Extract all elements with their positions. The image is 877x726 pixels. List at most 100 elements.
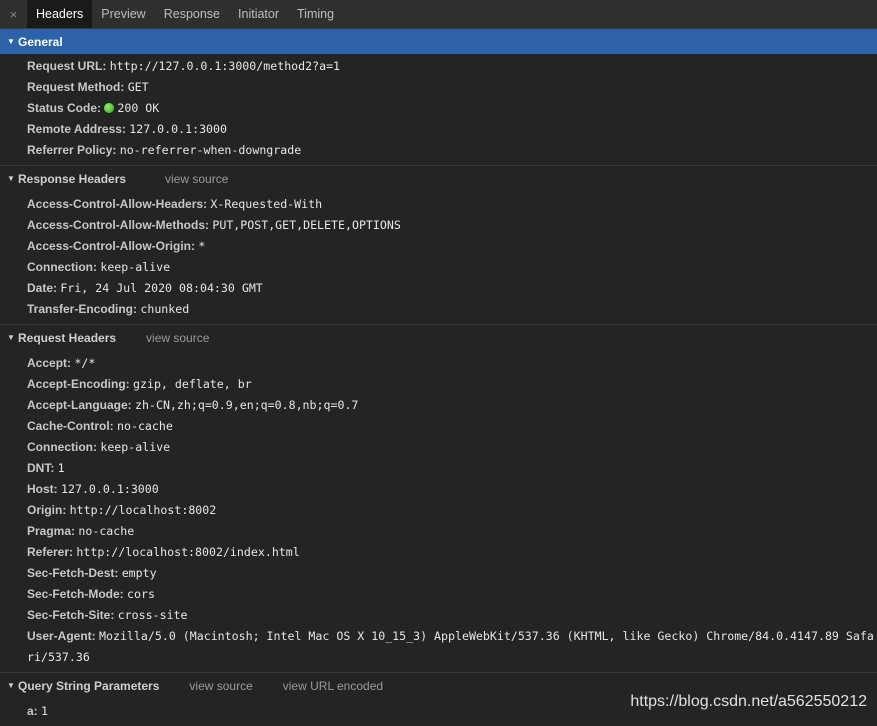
response-headers-rows: Access-Control-Allow-Headers: X-Requeste… (0, 191, 877, 325)
header-row: DNT: 1 (0, 458, 877, 479)
header-key: Connection: (27, 260, 97, 274)
header-key: Host: (27, 482, 58, 496)
general-section: ▼ General Request URL: http://127.0.0.1:… (0, 29, 877, 166)
header-value: Mozilla/5.0 (Macintosh; Intel Mac OS X 1… (27, 629, 874, 664)
header-row: Remote Address: 127.0.0.1:3000 (0, 119, 877, 140)
header-row: User-Agent: Mozilla/5.0 (Macintosh; Inte… (0, 626, 877, 668)
header-key: Request Method: (27, 80, 125, 94)
header-value: 1 (57, 461, 65, 475)
header-row: Sec-Fetch-Mode: cors (0, 584, 877, 605)
header-key: Sec-Fetch-Mode: (27, 587, 124, 601)
header-row: Accept-Encoding: gzip, deflate, br (0, 374, 877, 395)
header-key: Origin: (27, 503, 67, 517)
triangle-down-icon: ▼ (7, 174, 15, 183)
section-title: General (18, 34, 63, 49)
header-value: gzip, deflate, br (133, 377, 252, 391)
header-key: Access-Control-Allow-Origin: (27, 239, 196, 253)
header-row: Pragma: no-cache (0, 521, 877, 542)
header-value: X-Requested-With (210, 197, 323, 211)
header-row: Sec-Fetch-Dest: empty (0, 563, 877, 584)
section-title: Query String Parameters (18, 678, 160, 693)
general-section-header[interactable]: ▼ General (0, 29, 877, 54)
view-url-encoded-link[interactable]: view URL encoded (283, 679, 383, 693)
param-key: a: (27, 704, 38, 718)
header-row: Access-Control-Allow-Origin: * (0, 236, 877, 257)
response-headers-section-header[interactable]: ▼ Response Headers view source (0, 166, 877, 191)
header-row: Access-Control-Allow-Headers: X-Requeste… (0, 194, 877, 215)
header-key: Referrer Policy: (27, 143, 117, 157)
header-value: no-cache (78, 524, 135, 538)
header-key: Pragma: (27, 524, 76, 538)
header-value: cross-site (117, 608, 188, 622)
header-row: Request Method: GET (0, 77, 877, 98)
header-value: GET (127, 80, 149, 94)
triangle-down-icon: ▼ (7, 37, 15, 46)
header-value: chunked (140, 302, 190, 316)
header-key: Accept: (27, 356, 72, 370)
header-value: 127.0.0.1:3000 (129, 122, 227, 136)
header-row: Cache-Control: no-cache (0, 416, 877, 437)
request-headers-rows: Accept: */* Accept-Encoding: gzip, defla… (0, 350, 877, 673)
request-headers-section: ▼ Request Headers view source Accept: */… (0, 325, 877, 673)
header-key: Sec-Fetch-Site: (27, 608, 115, 622)
header-row: Accept-Language: zh-CN,zh;q=0.9,en;q=0.8… (0, 395, 877, 416)
header-row: Connection: keep-alive (0, 257, 877, 278)
section-title: Response Headers (18, 171, 127, 186)
header-key: Referer: (27, 545, 74, 559)
header-row: Referer: http://localhost:8002/index.htm… (0, 542, 877, 563)
header-row: Referrer Policy: no-referrer-when-downgr… (0, 140, 877, 161)
header-key: Access-Control-Allow-Methods: (27, 218, 210, 232)
response-headers-section: ▼ Response Headers view source Access-Co… (0, 166, 877, 325)
header-key: Request URL: (27, 59, 107, 73)
tab-timing[interactable]: Timing (288, 0, 343, 28)
header-value: http://localhost:8002 (69, 503, 217, 517)
view-source-link[interactable]: view source (165, 172, 228, 186)
header-value: */* (74, 356, 96, 370)
header-value: * (198, 239, 206, 253)
header-row: Sec-Fetch-Site: cross-site (0, 605, 877, 626)
tab-initiator[interactable]: Initiator (229, 0, 288, 28)
header-value: 127.0.0.1:3000 (61, 482, 159, 496)
header-row: Accept: */* (0, 353, 877, 374)
view-source-link[interactable]: view source (189, 679, 252, 693)
triangle-down-icon: ▼ (7, 681, 15, 690)
header-key: Cache-Control: (27, 419, 114, 433)
header-value: no-cache (117, 419, 173, 433)
header-value: zh-CN,zh;q=0.9,en;q=0.8,nb;q=0.7 (135, 398, 359, 412)
header-key: DNT: (27, 461, 55, 475)
devtools-tab-bar: × Headers Preview Response Initiator Tim… (0, 0, 877, 29)
header-key: Access-Control-Allow-Headers: (27, 197, 208, 211)
header-value: http://127.0.0.1:3000/method2?a=1 (109, 59, 341, 73)
header-row: Access-Control-Allow-Methods: PUT,POST,G… (0, 215, 877, 236)
tab-preview[interactable]: Preview (92, 0, 154, 28)
view-source-link[interactable]: view source (146, 331, 209, 345)
triangle-down-icon: ▼ (7, 333, 15, 342)
header-key: Sec-Fetch-Dest: (27, 566, 119, 580)
header-value: PUT,POST,GET,DELETE,OPTIONS (212, 218, 401, 232)
general-rows: Request URL: http://127.0.0.1:3000/metho… (0, 54, 877, 166)
header-key: User-Agent: (27, 629, 96, 643)
header-key: Transfer-Encoding: (27, 302, 138, 316)
header-key: Date: (27, 281, 58, 295)
header-row: Origin: http://localhost:8002 (0, 500, 877, 521)
header-value: 200 OK (117, 101, 160, 115)
header-row: Status Code: 200 OK (0, 98, 877, 119)
header-row: Date: Fri, 24 Jul 2020 08:04:30 GMT (0, 278, 877, 299)
close-icon[interactable]: × (0, 0, 27, 28)
request-headers-section-header[interactable]: ▼ Request Headers view source (0, 325, 877, 350)
header-value: cors (127, 587, 155, 601)
header-value: keep-alive (100, 440, 171, 454)
tab-response[interactable]: Response (155, 0, 229, 28)
header-key: Status Code: (27, 101, 102, 115)
header-key: Connection: (27, 440, 97, 454)
watermark: https://blog.csdn.net/a562550212 (630, 693, 867, 710)
header-row: Request URL: http://127.0.0.1:3000/metho… (0, 56, 877, 77)
section-title: Request Headers (18, 330, 117, 345)
header-key: Remote Address: (27, 122, 126, 136)
header-key: Accept-Encoding: (27, 377, 130, 391)
tab-headers[interactable]: Headers (27, 0, 93, 28)
param-value: 1 (41, 704, 48, 718)
header-value: keep-alive (100, 260, 171, 274)
header-key: Accept-Language: (27, 398, 132, 412)
header-value: empty (121, 566, 157, 580)
